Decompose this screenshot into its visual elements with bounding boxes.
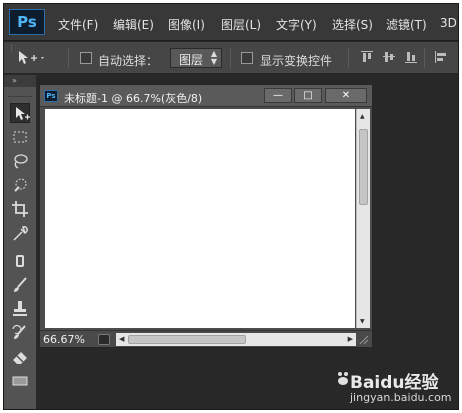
panel-grip xyxy=(8,89,32,97)
clone-stamp-tool-button[interactable] xyxy=(10,299,30,319)
vertical-scroll-thumb[interactable] xyxy=(359,129,368,205)
scroll-up-icon[interactable]: ▲ xyxy=(360,113,365,120)
auto-select-target-value: 图层 xyxy=(179,53,204,67)
options-separator xyxy=(348,48,349,68)
maximize-button[interactable]: □ xyxy=(294,88,322,103)
panel-grip-icon: ⋮ xyxy=(8,44,15,52)
marquee-tool-icon xyxy=(13,131,27,143)
history-brush-tool-button[interactable] xyxy=(10,323,30,343)
menu-bar: Ps 文件(F) 编辑(E) 图像(I) 图层(L) 文字(Y) 选择(S) 滤… xyxy=(4,4,458,41)
options-bar: ⋮ 自动选择： 图层 ▲ ▼ 显示变换控件 xyxy=(4,42,458,74)
minimize-icon: — xyxy=(273,90,283,101)
horizontal-scrollbar[interactable]: ◀ ▶ xyxy=(116,333,356,346)
menu-3d[interactable]: 3D xyxy=(440,16,457,30)
eyedropper-tool-button[interactable] xyxy=(10,223,30,243)
eyedropper-tool-icon xyxy=(13,226,28,241)
move-tool-icon xyxy=(19,51,44,64)
show-transform-label: 显示变换控件 xyxy=(260,54,333,68)
brush-tool-button[interactable] xyxy=(10,275,30,295)
lasso-tool-button[interactable] xyxy=(10,151,30,171)
document-canvas[interactable] xyxy=(45,109,355,328)
spot-healing-tool-icon xyxy=(16,255,24,267)
align-left-icon[interactable] xyxy=(434,50,448,64)
vertical-scrollbar[interactable]: ▲ ▼ xyxy=(356,109,370,328)
panel-collapse-icon[interactable]: » xyxy=(4,75,36,87)
menu-image[interactable]: 图像(I) xyxy=(168,16,205,33)
document-window: Ps 未标题-1 @ 66.7%(灰色/8) — □ ✕ ▲ ▼ 66.67% … xyxy=(39,84,373,348)
menu-select[interactable]: 选择(S) xyxy=(332,16,373,33)
photoshop-window: Ps 文件(F) 编辑(E) 图像(I) 图层(L) 文字(Y) 选择(S) 滤… xyxy=(3,3,459,410)
menu-edit[interactable]: 编辑(E) xyxy=(113,16,154,33)
brush-tool-icon xyxy=(14,277,27,292)
lasso-tool-icon xyxy=(14,154,28,169)
move-tool-icon xyxy=(16,107,30,120)
show-transform-checkbox[interactable] xyxy=(241,52,253,64)
scroll-right-icon[interactable]: ▶ xyxy=(348,335,353,343)
quick-selection-tool-button[interactable] xyxy=(10,175,30,195)
move-tool-preset-picker[interactable] xyxy=(16,49,46,67)
document-status-bar: 66.67% ◀ ▶ xyxy=(40,330,372,347)
quick-selection-tool-icon xyxy=(14,178,27,192)
options-separator xyxy=(424,48,425,68)
crop-tool-button[interactable] xyxy=(10,199,30,219)
scroll-down-icon[interactable]: ▼ xyxy=(360,318,365,325)
minimize-button[interactable]: — xyxy=(264,88,292,103)
align-bottom-icon[interactable] xyxy=(404,50,418,64)
paw-logo-icon xyxy=(338,372,348,385)
marquee-tool-button[interactable] xyxy=(10,127,30,147)
photoshop-logo: Ps xyxy=(9,9,45,35)
menu-type[interactable]: 文字(Y) xyxy=(276,16,317,33)
zoom-level-field[interactable]: 66.67% xyxy=(43,333,93,346)
align-top-icon[interactable] xyxy=(360,50,374,64)
clone-stamp-tool-icon xyxy=(13,301,27,316)
baidu-jingyan-watermark: Baidu经验 jingyan.baidu.com xyxy=(336,366,458,409)
options-separator xyxy=(230,48,231,68)
ps-document-icon: Ps xyxy=(44,90,58,102)
eraser-tool-icon xyxy=(13,352,27,364)
spot-healing-tool-button[interactable] xyxy=(10,251,30,271)
history-brush-tool-icon xyxy=(12,324,26,339)
eraser-tool-button[interactable] xyxy=(10,347,30,367)
align-vertical-center-icon[interactable] xyxy=(382,50,396,64)
close-icon: ✕ xyxy=(341,90,351,101)
auto-select-checkbox[interactable] xyxy=(80,52,92,64)
auto-select-target-dropdown[interactable]: 图层 ▲ ▼ xyxy=(170,48,222,68)
crop-tool-icon xyxy=(12,201,28,217)
watermark-url: jingyan.baidu.com xyxy=(350,391,452,404)
auto-select-label: 自动选择： xyxy=(98,54,159,68)
gradient-tool-icon xyxy=(12,376,28,386)
gradient-tool-button[interactable] xyxy=(10,371,30,391)
document-title-bar[interactable]: Ps 未标题-1 @ 66.7%(灰色/8) — □ ✕ xyxy=(40,85,372,107)
menu-file[interactable]: 文件(F) xyxy=(58,16,98,33)
dropdown-arrows-icon: ▲ ▼ xyxy=(210,49,217,66)
horizontal-scroll-thumb[interactable] xyxy=(128,335,246,344)
document-info-icon[interactable] xyxy=(98,334,110,345)
menu-layer[interactable]: 图层(L) xyxy=(221,16,261,33)
document-title: 未标题-1 @ 66.7%(灰色/8) xyxy=(64,92,203,105)
tools-panel: » xyxy=(4,75,37,409)
options-separator xyxy=(68,48,69,68)
close-button[interactable]: ✕ xyxy=(325,88,367,103)
scroll-left-icon[interactable]: ◀ xyxy=(119,335,124,343)
resize-grip-icon[interactable] xyxy=(358,334,369,345)
maximize-icon: □ xyxy=(303,90,313,101)
menu-filter[interactable]: 滤镜(T) xyxy=(386,16,427,33)
move-tool-button[interactable] xyxy=(10,103,30,123)
watermark-brand: Baidu经验 xyxy=(350,373,439,393)
